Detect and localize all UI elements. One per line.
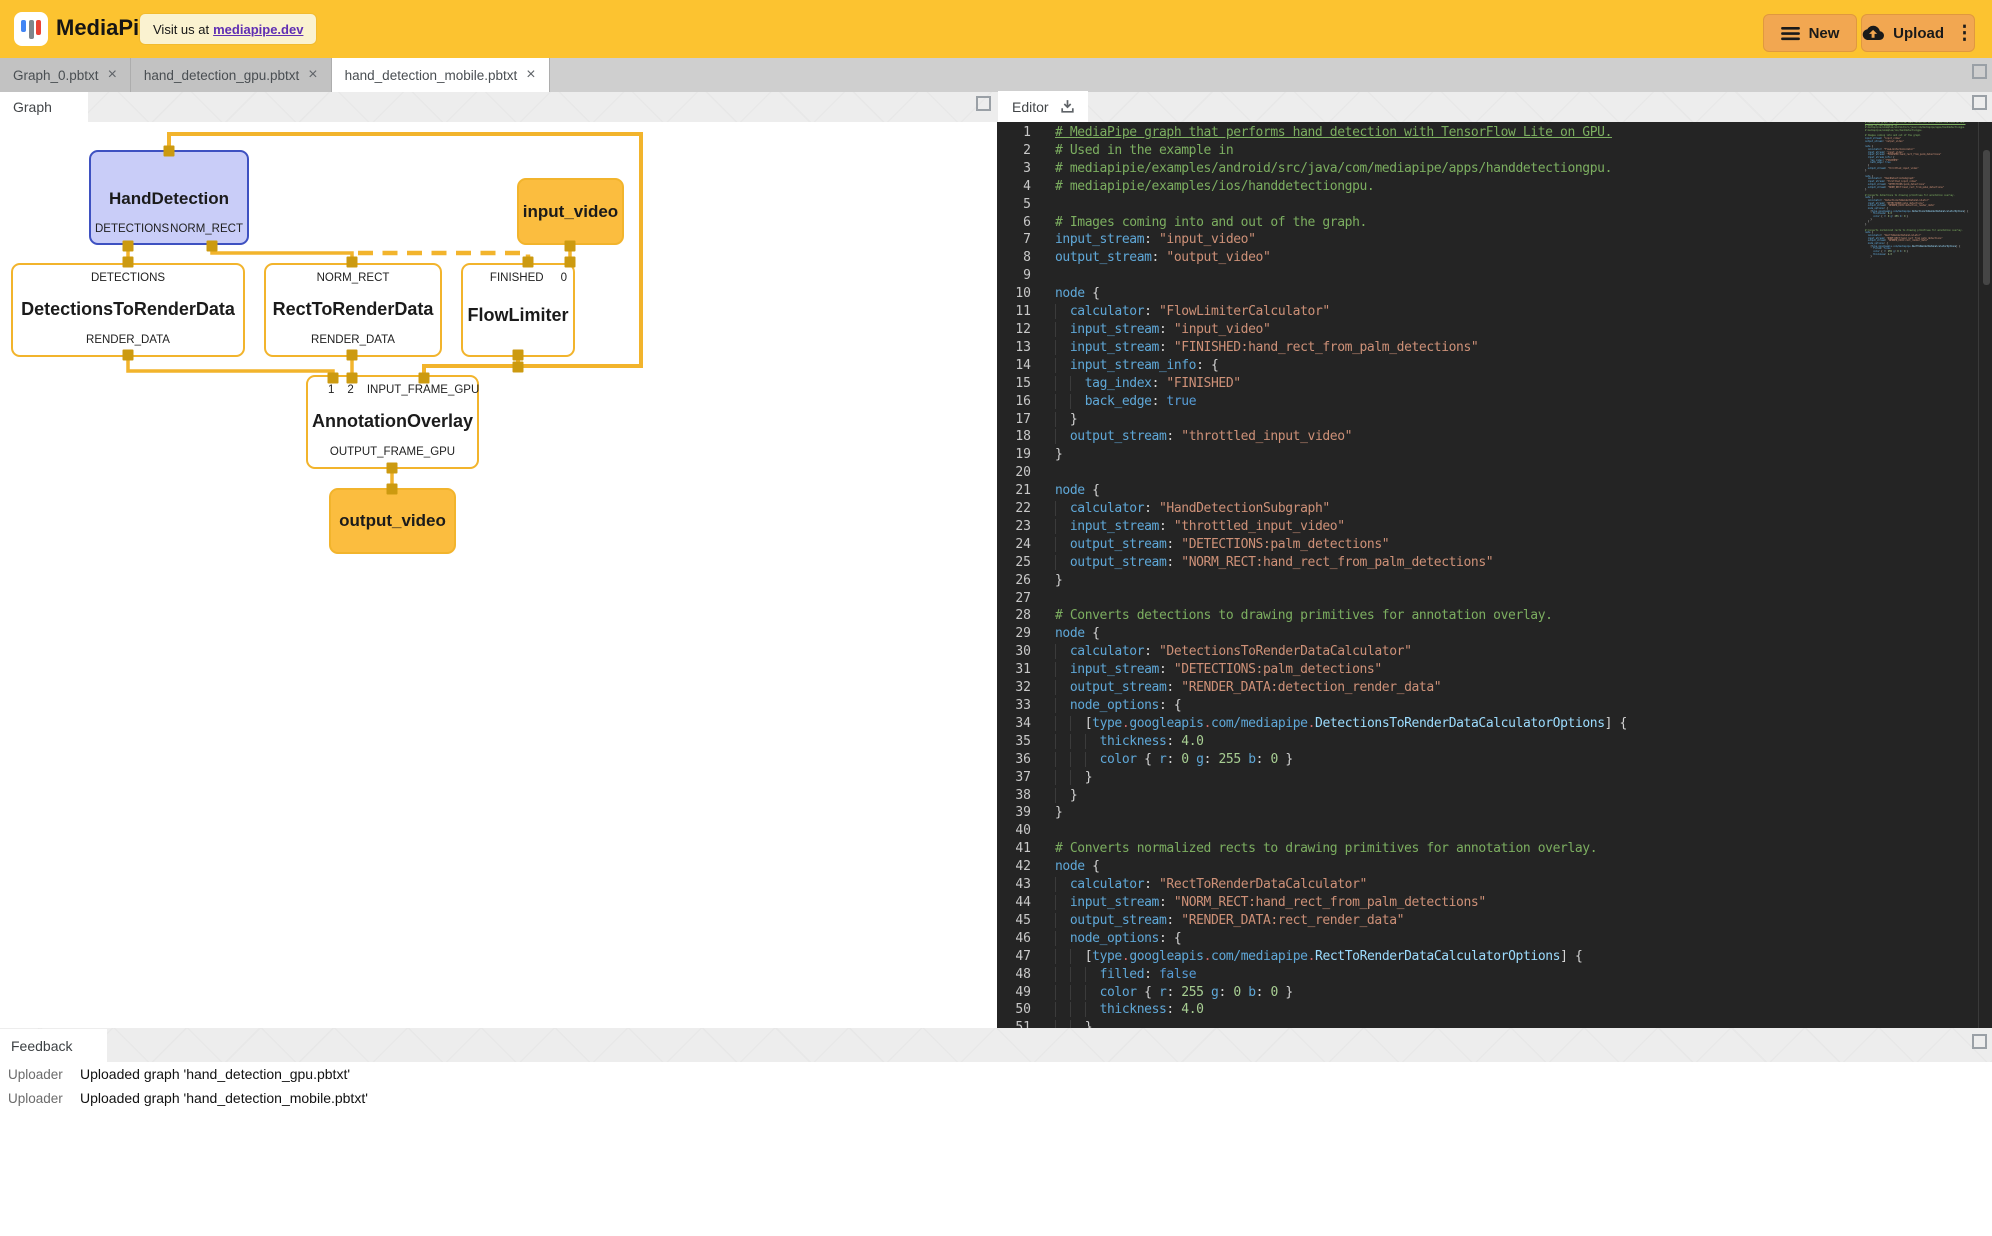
expand-feedback-panel-icon[interactable]: [1972, 1034, 1987, 1049]
port-finished[interactable]: FINISHED: [490, 272, 544, 284]
port-input-frame-gpu[interactable]: INPUT_FRAME_GPU: [367, 384, 479, 396]
feedback-row: Uploader Uploaded graph 'hand_detection_…: [8, 1090, 368, 1112]
editor-tab-label: Editor: [1012, 99, 1049, 115]
new-button[interactable]: New: [1763, 14, 1857, 52]
close-icon[interactable]: ×: [108, 67, 117, 83]
expand-graph-panel-icon[interactable]: [976, 96, 991, 111]
feedback-source: Uploader: [8, 1067, 66, 1082]
tab-hand-detection-mobile-pbtxt[interactable]: hand_detection_mobile.pbtxt ×: [332, 58, 550, 92]
feedback-source: Uploader: [8, 1091, 66, 1106]
minimap[interactable]: # MediaPipe graph that performs hand det…: [1865, 122, 1975, 1028]
port-render-data[interactable]: RENDER_DATA: [86, 334, 170, 346]
port-render-data[interactable]: RENDER_DATA: [311, 334, 395, 346]
mediapipe-visualizer: { "header": { "app_title": "MediaPipe", …: [0, 0, 1992, 1236]
feedback-row: Uploader Uploaded graph 'hand_detection_…: [8, 1066, 350, 1088]
tab-label: hand_detection_mobile.pbtxt: [345, 68, 518, 83]
tab-feedback-panel[interactable]: Feedback: [0, 1029, 107, 1062]
port-norm-rect[interactable]: NORM_RECT: [317, 272, 390, 284]
close-icon[interactable]: ×: [308, 67, 317, 83]
feedback-message: Uploaded graph 'hand_detection_gpu.pbtxt…: [80, 1066, 350, 1082]
code-editor[interactable]: 1# MediaPipe graph that performs hand de…: [997, 122, 1992, 1028]
node-title: AnnotationOverlay: [308, 411, 477, 432]
feedback-message: Uploaded graph 'hand_detection_mobile.pb…: [80, 1090, 368, 1106]
node-flow-limiter[interactable]: FINISHED 0 FlowLimiter: [461, 263, 575, 357]
download-icon[interactable]: [1059, 98, 1076, 115]
port-detections[interactable]: DETECTIONS: [95, 223, 169, 235]
tab-graph-panel[interactable]: Graph: [0, 92, 88, 122]
visit-text: Visit us at: [153, 22, 209, 37]
expand-editor-panel-icon[interactable]: [1972, 95, 1987, 110]
feedback-log: Uploader Uploaded graph 'hand_detection_…: [0, 1062, 1992, 1236]
logo-bar-blue: [21, 20, 26, 32]
graph-canvas[interactable]: HandDetection DETECTIONS NORM_RECT input…: [0, 122, 996, 1028]
node-output-video[interactable]: output_video: [329, 488, 456, 554]
node-title: FlowLimiter: [463, 305, 573, 326]
mediapipe-dev-link[interactable]: mediapipe.dev: [213, 22, 303, 37]
scrollbar-thumb[interactable]: [1983, 150, 1990, 285]
tab-hand-detection-gpu-pbtxt[interactable]: hand_detection_gpu.pbtxt ×: [131, 58, 332, 92]
tab-editor-panel[interactable]: Editor: [998, 91, 1088, 122]
edge-detection-render-data: [128, 355, 333, 378]
feedback-tab-label: Feedback: [11, 1038, 72, 1054]
graph-tab-label: Graph: [13, 99, 52, 115]
node-title: HandDetection: [91, 189, 247, 209]
port-norm-rect[interactable]: NORM_RECT: [170, 223, 243, 235]
logo-bar-gray: [29, 20, 34, 39]
port-detections[interactable]: DETECTIONS: [91, 272, 165, 284]
port-2[interactable]: 2: [347, 384, 353, 396]
node-input-video[interactable]: input_video: [517, 178, 624, 245]
edge-norm-rect: [212, 246, 352, 262]
feedback-strip: [0, 1028, 1992, 1062]
port-1[interactable]: 1: [328, 384, 334, 396]
panel-tab-strip: [0, 92, 1992, 122]
edge-back-edge-dashed: [358, 253, 528, 262]
port-output-frame-gpu[interactable]: OUTPUT_FRAME_GPU: [330, 446, 455, 458]
node-hand-detection[interactable]: HandDetection DETECTIONS NORM_RECT: [89, 150, 249, 245]
node-title: DetectionsToRenderData: [13, 299, 243, 320]
more-options-icon[interactable]: ⋮: [1955, 24, 1974, 43]
node-annotation-overlay[interactable]: 1 2 INPUT_FRAME_GPU AnnotationOverlay OU…: [306, 375, 479, 469]
tab-label: hand_detection_gpu.pbtxt: [144, 68, 299, 83]
node-title: output_video: [331, 511, 454, 531]
upload-button[interactable]: Upload ⋮: [1861, 14, 1975, 52]
node-rect-to-render-data[interactable]: NORM_RECT RectToRenderData RENDER_DATA: [264, 263, 442, 357]
port-0[interactable]: 0: [561, 272, 567, 284]
mediapipe-logo: [14, 12, 48, 46]
cloud-upload-icon: [1862, 24, 1884, 42]
expand-tabs-icon[interactable]: [1972, 64, 1987, 79]
new-button-label: New: [1809, 25, 1840, 42]
top-bar: MediaPipe Visit us at mediapipe.dev New …: [0, 0, 1992, 58]
node-title: input_video: [519, 202, 622, 222]
node-detections-to-render-data[interactable]: DETECTIONS DetectionsToRenderData RENDER…: [11, 263, 245, 357]
graph-edges: [0, 122, 996, 1028]
code-lines[interactable]: 1# MediaPipe graph that performs hand de…: [997, 124, 1857, 1028]
visit-chip: Visit us at mediapipe.dev: [140, 14, 316, 44]
tab-label: Graph_0.pbtxt: [13, 68, 99, 83]
upload-button-label: Upload: [1893, 25, 1944, 42]
logo-bar-red: [36, 20, 41, 35]
close-icon[interactable]: ×: [526, 67, 535, 83]
file-tab-strip: Graph_0.pbtxt × hand_detection_gpu.pbtxt…: [0, 58, 1992, 92]
editor-scrollbar[interactable]: [1978, 122, 1992, 1028]
tab-graph-0-pbtxt[interactable]: Graph_0.pbtxt ×: [0, 58, 131, 92]
node-title: RectToRenderData: [266, 299, 440, 320]
menu-icon: [1781, 26, 1800, 41]
